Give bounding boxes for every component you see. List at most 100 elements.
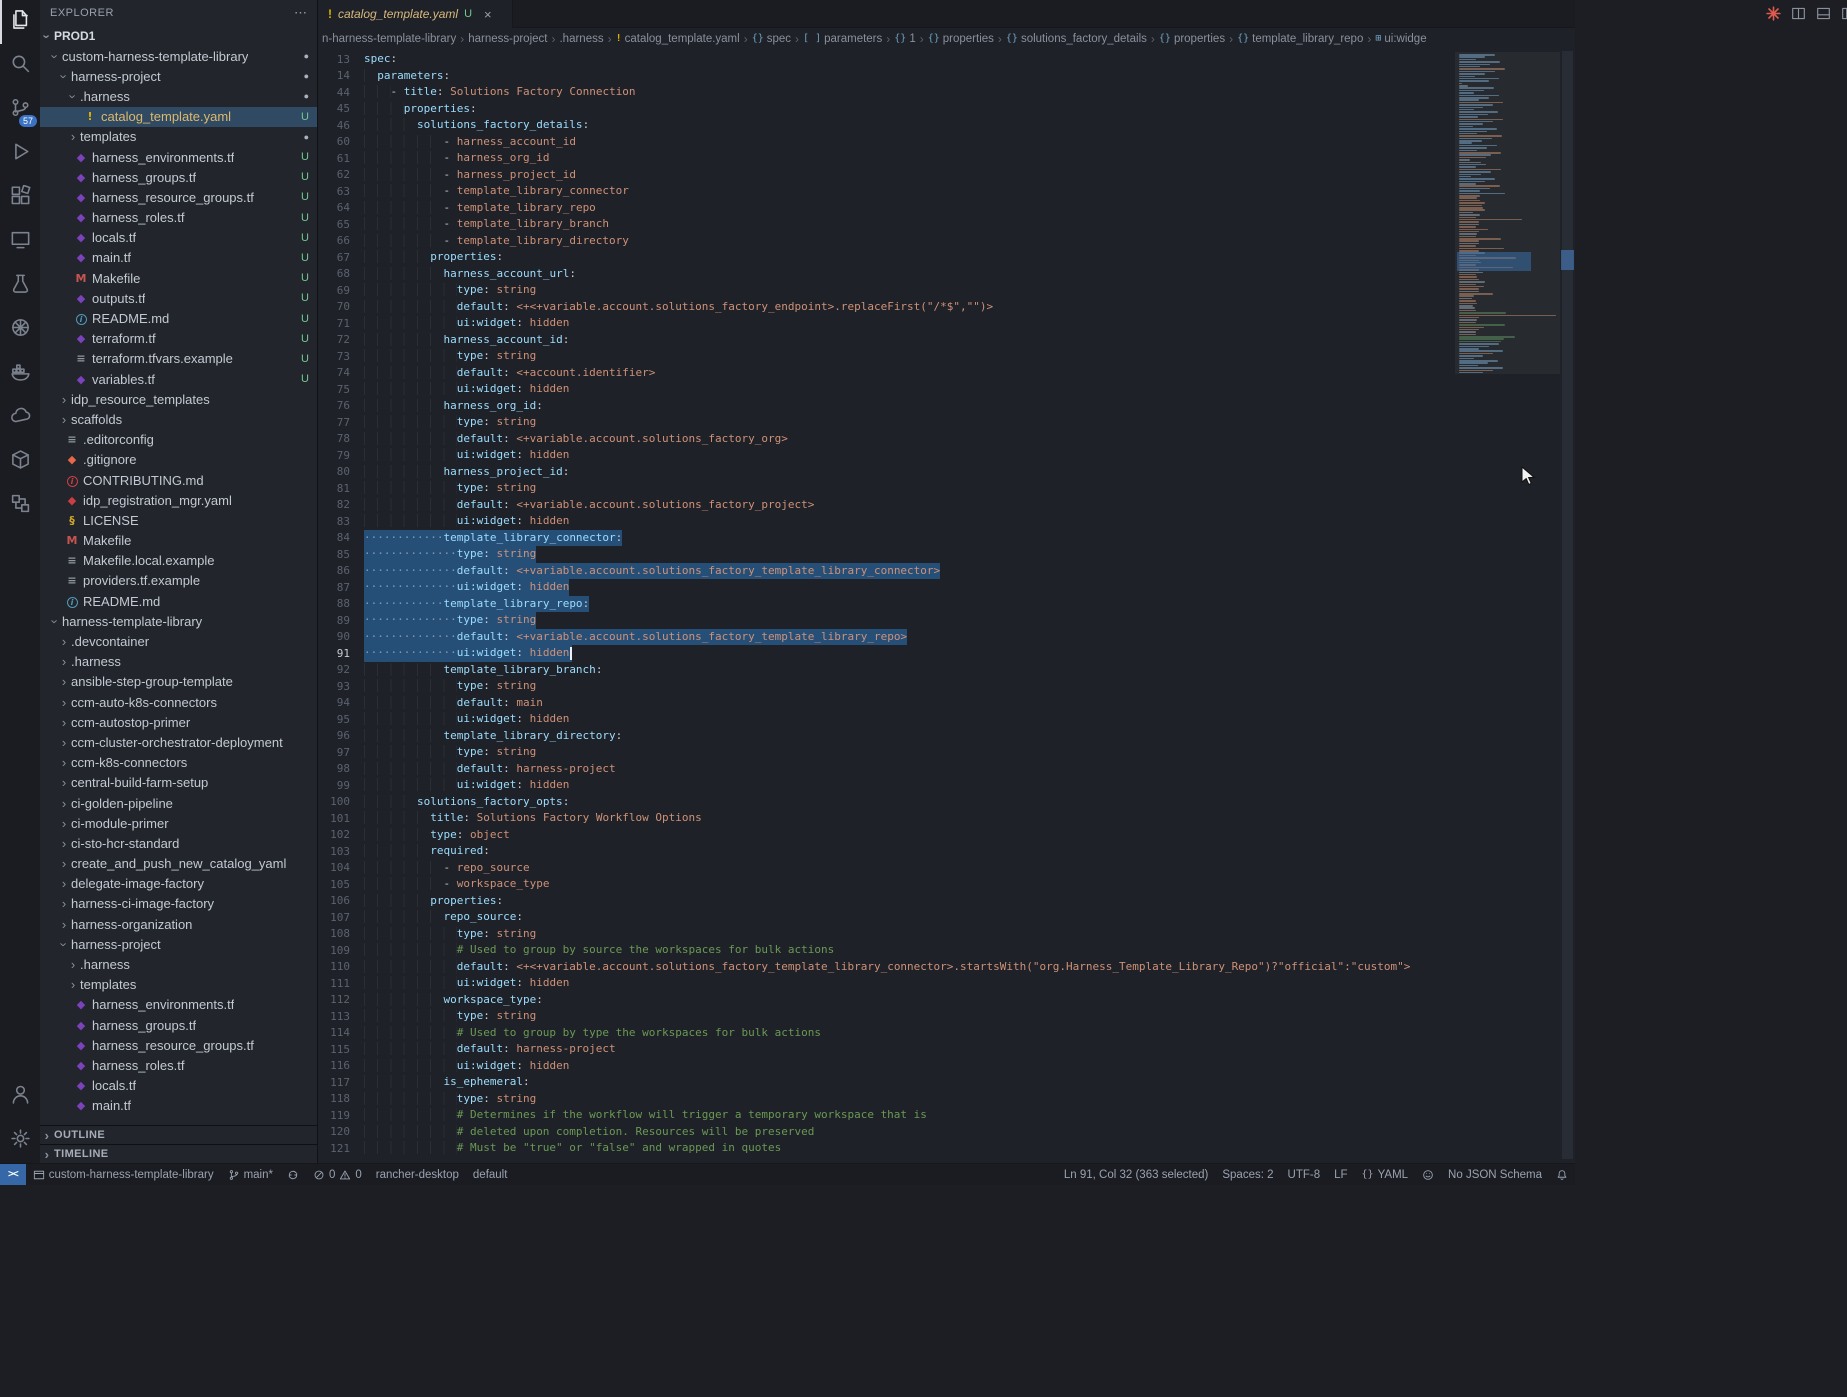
code-line-103[interactable]: 103 required: [318,843,1455,860]
breadcrumb-.harness[interactable]: .harness [559,33,603,45]
breadcrumb-n-harness-template-library[interactable]: n-harness-template-library [322,33,456,45]
code-line-112[interactable]: 112 workspace_type: [318,992,1455,1009]
breadcrumb-catalog_template.yaml[interactable]: !catalog_template.yaml [616,33,740,45]
activity-source-control[interactable]: 57 [0,88,40,132]
code-line-95[interactable]: 95 ui:widget: hidden [318,711,1455,728]
code-line-46[interactable]: 46 solutions_factory_details: [318,117,1455,134]
recording-indicator-icon[interactable] [1766,6,1781,21]
code-line-69[interactable]: 69 type: string [318,282,1455,299]
breadcrumb-spec[interactable]: {}spec [752,33,791,45]
code-line-70[interactable]: 70 default: <+<+variable.account.solutio… [318,299,1455,316]
code-line-85[interactable]: 85··············type: string [318,546,1455,563]
tree-item-variables.tf[interactable]: ◆variables.tfU [40,369,317,389]
code-line-62[interactable]: 62 - harness_project_id [318,167,1455,184]
status-notifications[interactable] [1549,1164,1575,1185]
tree-item-harness_environments.tf[interactable]: ◆harness_environments.tfU [40,147,317,167]
layout-panel-icon[interactable] [1816,6,1831,21]
code-line-121[interactable]: 121 # Must be "true" or "false" and wrap… [318,1140,1455,1157]
minimap[interactable] [1455,49,1560,1163]
tree-item-LICENSE[interactable]: §LICENSE [40,510,317,530]
code-line-98[interactable]: 98 default: harness-project [318,761,1455,778]
split-editor-icon[interactable] [1791,6,1806,21]
activity-settings[interactable] [0,1119,40,1163]
tree-item-ansible-step-group-template[interactable]: ›ansible-step-group-template [40,672,317,692]
tree-item-templates[interactable]: ›templates [40,975,317,995]
tree-item-harness-project[interactable]: ›harness-project [40,934,317,954]
code-line-101[interactable]: 101 title: Solutions Factory Workflow Op… [318,810,1455,827]
code-line-84[interactable]: 84············template_library_connector… [318,530,1455,547]
activity-kubernetes[interactable] [0,308,40,352]
tree-item-templates[interactable]: ›templates● [40,127,317,147]
tree-item-terraform.tf[interactable]: ◆terraform.tfU [40,329,317,349]
code-line-79[interactable]: 79 ui:widget: hidden [318,447,1455,464]
tree-item-ccm-cluster-orchestrator-deployment[interactable]: ›ccm-cluster-orchestrator-deployment [40,732,317,752]
tree-item-Makefile[interactable]: MMakefile [40,531,317,551]
more-actions-icon[interactable]: ⋯ [294,5,307,21]
code-line-66[interactable]: 66 - template_library_directory [318,233,1455,250]
code-line-105[interactable]: 105 - workspace_type [318,876,1455,893]
code-line-71[interactable]: 71 ui:widget: hidden [318,315,1455,332]
tree-item-ci-golden-pipeline[interactable]: ›ci-golden-pipeline [40,793,317,813]
code-line-93[interactable]: 93 type: string [318,678,1455,695]
code-line-65[interactable]: 65 - template_library_branch [318,216,1455,233]
tree-item-custom-harness-template-library[interactable]: ›custom-harness-template-library● [40,46,317,66]
tree-item-main.tf[interactable]: ◆main.tf [40,1096,317,1116]
breadcrumb-ui:widge[interactable]: ⊞ui:widge [1375,33,1426,45]
status-indentation[interactable]: Spaces: 2 [1215,1164,1280,1185]
code-line-118[interactable]: 118 type: string [318,1091,1455,1108]
code-line-76[interactable]: 76 harness_org_id: [318,398,1455,415]
activity-remote-explorer[interactable] [0,220,40,264]
code-line-68[interactable]: 68 harness_account_url: [318,266,1455,283]
code-line-82[interactable]: 82 default: <+variable.account.solutions… [318,497,1455,514]
code-line-114[interactable]: 114 # Used to group by type the workspac… [318,1025,1455,1042]
code-line-91[interactable]: 91··············ui:widget: hidden [318,645,1455,662]
code-line-80[interactable]: 80 harness_project_id: [318,464,1455,481]
tree-item-.harness[interactable]: ›.harness● [40,86,317,106]
activity-extensions[interactable] [0,176,40,220]
code-line-117[interactable]: 117 is_ephemeral: [318,1074,1455,1091]
tree-item-Makefile[interactable]: MMakefileU [40,268,317,288]
code-line-81[interactable]: 81 type: string [318,480,1455,497]
tree-item-ccm-autostop-primer[interactable]: ›ccm-autostop-primer [40,712,317,732]
tree-item-harness-organization[interactable]: ›harness-organization [40,914,317,934]
tree-item-locals.tf[interactable]: ◆locals.tf [40,1076,317,1096]
breadcrumb-parameters[interactable]: [ ]parameters [803,33,882,45]
breadcrumb-properties[interactable]: {}properties [928,33,994,45]
code-line-88[interactable]: 88············template_library_repo: [318,596,1455,613]
workspace-section-header[interactable]: › PROD1 [40,26,317,46]
tree-item-.harness[interactable]: ›.harness [40,954,317,974]
sidebar-section-outline[interactable]: ›OUTLINE [40,1125,317,1144]
tree-item-catalog_template.yaml[interactable]: !catalog_template.yamlU [40,107,317,127]
status-problems[interactable]: 00 [306,1164,369,1185]
tree-item-harness_resource_groups.tf[interactable]: ◆harness_resource_groups.tf [40,1035,317,1055]
tree-item-central-build-farm-setup[interactable]: ›central-build-farm-setup [40,773,317,793]
tree-item-harness_groups.tf[interactable]: ◆harness_groups.tf [40,1015,317,1035]
tree-item-CONTRIBUTING.md[interactable]: iCONTRIBUTING.md [40,470,317,490]
tree-item-harness-project[interactable]: ›harness-project● [40,66,317,86]
code-line-87[interactable]: 87··············ui:widget: hidden [318,579,1455,596]
tree-item-providers.tf.example[interactable]: ≡providers.tf.example [40,571,317,591]
tree-item-delegate-image-factory[interactable]: ›delegate-image-factory [40,874,317,894]
code-line-110[interactable]: 110 default: <+<+variable.account.soluti… [318,959,1455,976]
tree-item-terraform.tfvars.example[interactable]: ≡terraform.tfvars.exampleU [40,349,317,369]
code-line-67[interactable]: 67 properties: [318,249,1455,266]
code-line-44[interactable]: 44 - title: Solutions Factory Connection [318,84,1455,101]
code-line-45[interactable]: 45 properties: [318,101,1455,118]
code-line-83[interactable]: 83 ui:widget: hidden [318,513,1455,530]
code-line-60[interactable]: 60 - harness_account_id [318,134,1455,151]
tree-item-create_and_push_new_catalog_yaml[interactable]: ›create_and_push_new_catalog_yaml [40,854,317,874]
scrollbar-thumb[interactable] [1562,51,1573,1159]
code-line-94[interactable]: 94 default: main [318,695,1455,712]
tree-item-Makefile.local.example[interactable]: ≡Makefile.local.example [40,551,317,571]
code-line-106[interactable]: 106 properties: [318,893,1455,910]
tree-item-harness_roles.tf[interactable]: ◆harness_roles.tfU [40,208,317,228]
status-git-branch[interactable]: main* [221,1164,280,1185]
code-line-61[interactable]: 61 - harness_org_id [318,150,1455,167]
code-line-100[interactable]: 100 solutions_factory_opts: [318,794,1455,811]
tree-item-ccm-auto-k8s-connectors[interactable]: ›ccm-auto-k8s-connectors [40,692,317,712]
code-line-90[interactable]: 90··············default: <+variable.acco… [318,629,1455,646]
close-tab-icon[interactable]: × [484,7,492,22]
activity-packages[interactable] [0,440,40,484]
status-encoding[interactable]: UTF-8 [1281,1164,1328,1185]
tree-item-.devcontainer[interactable]: ›.devcontainer [40,631,317,651]
